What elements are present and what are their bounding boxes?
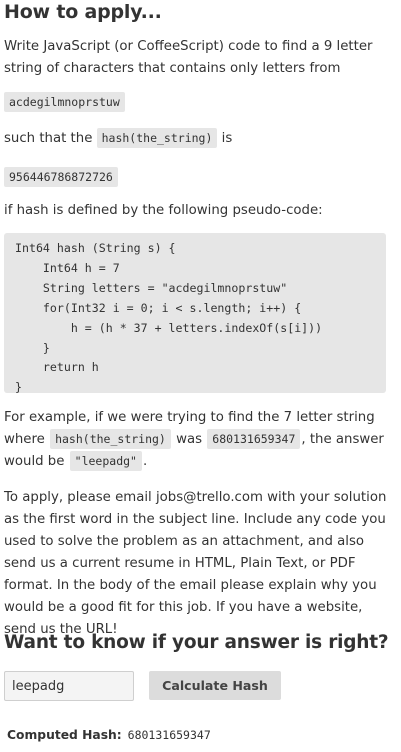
target-hash: 956446786872726 xyxy=(4,167,118,187)
example-text-2: was xyxy=(176,432,203,447)
allowed-letters: acdegilmnoprstuw xyxy=(4,92,125,112)
example-hash-call: hash(the_string) xyxy=(50,429,171,449)
hash-function-call: hash(the_string) xyxy=(96,128,218,148)
computed-hash-value: 680131659347 xyxy=(127,728,211,742)
condition-prefix: such that the xyxy=(4,131,93,146)
intro-paragraph: Write JavaScript (or CoffeeScript) code … xyxy=(4,39,373,76)
calculate-hash-button[interactable]: Calculate Hash xyxy=(149,671,281,700)
condition-suffix: is xyxy=(221,131,233,146)
example-paragraph: For example, if we were trying to find t… xyxy=(4,407,396,473)
computed-hash: Computed Hash: 680131659347 xyxy=(7,726,211,744)
job-application-page: How to apply... Write JavaScript (or Cof… xyxy=(0,0,401,752)
letters-code-block: acdegilmnoprstuw xyxy=(4,91,125,112)
condition-paragraph: such that the hash(the_string) is xyxy=(4,128,396,150)
pseudo-code: Int64 hash (String s) { Int64 h = 7 Stri… xyxy=(15,241,323,395)
example-answer: "leepadg" xyxy=(69,451,142,471)
answer-input[interactable] xyxy=(4,671,134,701)
apply-heading: How to apply... xyxy=(4,1,162,23)
pseudo-code-intro: if hash is defined by the following pseu… xyxy=(4,203,323,218)
pseudo-code-block: Int64 hash (String s) { Int64 h = 7 Stri… xyxy=(4,233,386,394)
target-hash-block: 956446786872726 xyxy=(4,166,118,187)
instructions-paragraph: To apply, please email jobs@trello.com w… xyxy=(4,490,387,637)
example-hash-value: 680131659347 xyxy=(207,429,301,449)
example-text-4: . xyxy=(142,454,148,469)
answer-check-heading: Want to know if your answer is right? xyxy=(4,632,389,653)
computed-hash-label: Computed Hash: xyxy=(7,728,122,742)
